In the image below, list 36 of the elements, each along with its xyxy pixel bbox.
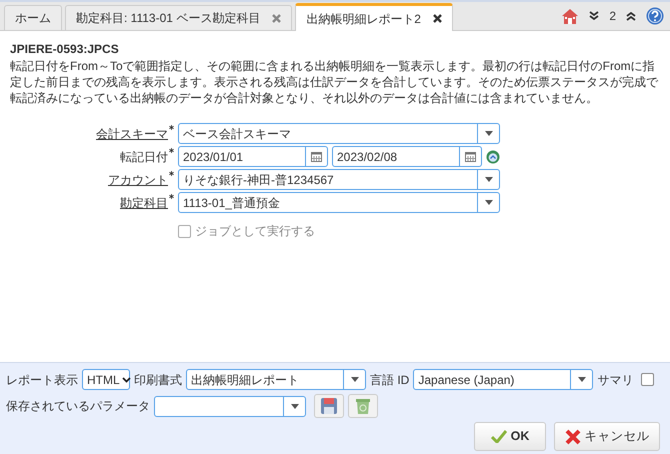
select-field[interactable]: 1113-01_普通預金 bbox=[178, 192, 500, 213]
select-field[interactable]: Japanese (Japan) bbox=[413, 369, 594, 390]
process-title: JPIERE-0593:JPCS bbox=[10, 41, 120, 58]
field-label[interactable]: 勘定科目 bbox=[120, 196, 168, 210]
refresh-icon[interactable] bbox=[486, 148, 500, 166]
select-field[interactable] bbox=[154, 396, 306, 416]
date-field[interactable]: 2023/02/08 bbox=[332, 146, 482, 167]
field-label: 言語 ID bbox=[370, 372, 410, 388]
select-field[interactable]: りそな銀行-神田-普1234567 bbox=[178, 169, 500, 190]
help-icon[interactable] bbox=[646, 6, 664, 25]
cancel-button[interactable]: キャンセル bbox=[554, 422, 660, 451]
report-format-select[interactable]: HTML bbox=[82, 369, 130, 390]
date-field[interactable]: 2023/01/01 bbox=[178, 146, 328, 167]
process-description: 転記日付をFrom～Toで範囲指定し、その範囲に含まれる出納帳明細を一覧表示します。最初の行は転記日付のFromに指定した前日までの残高を表示します。表示される残高は仕訳データを合計しています。そのため伝票ステータスが完成で転記済みになっている出納帳のデータが合計対象となり、それ以外のデータは合計値には含まれていません。 bbox=[10, 58, 660, 106]
checkbox[interactable] bbox=[641, 373, 654, 386]
checkbox-label: ジョブとして実行する bbox=[195, 223, 315, 240]
check-icon bbox=[490, 430, 507, 443]
field-label: 転記日付 bbox=[120, 150, 168, 164]
cross-icon bbox=[564, 428, 580, 444]
tab[interactable]: 勘定科目: 1113-01 ベース勘定科目 bbox=[65, 5, 292, 30]
tab-count: 2 bbox=[609, 8, 616, 24]
field-label: サマリ bbox=[597, 372, 634, 388]
select-field[interactable]: 出納帳明細レポート bbox=[186, 369, 366, 390]
field-label[interactable]: 会計スキーマ bbox=[96, 126, 168, 140]
save-icon[interactable] bbox=[314, 394, 344, 418]
field-label: 保存されているパラメータ bbox=[6, 398, 150, 415]
ok-button[interactable]: OK bbox=[474, 422, 546, 451]
caret-icon[interactable] bbox=[122, 376, 131, 382]
tab[interactable]: 出納帳明細レポート2 bbox=[295, 3, 453, 31]
field-label[interactable]: アカウント bbox=[108, 172, 168, 186]
home-icon[interactable] bbox=[561, 6, 580, 25]
field-label: 印刷書式 bbox=[134, 372, 182, 388]
select-field[interactable]: ベース会計スキーマ bbox=[178, 123, 500, 144]
tab[interactable]: ホーム bbox=[4, 5, 62, 30]
field-label: レポート表示 bbox=[6, 372, 78, 388]
close-icon[interactable] bbox=[432, 14, 442, 23]
